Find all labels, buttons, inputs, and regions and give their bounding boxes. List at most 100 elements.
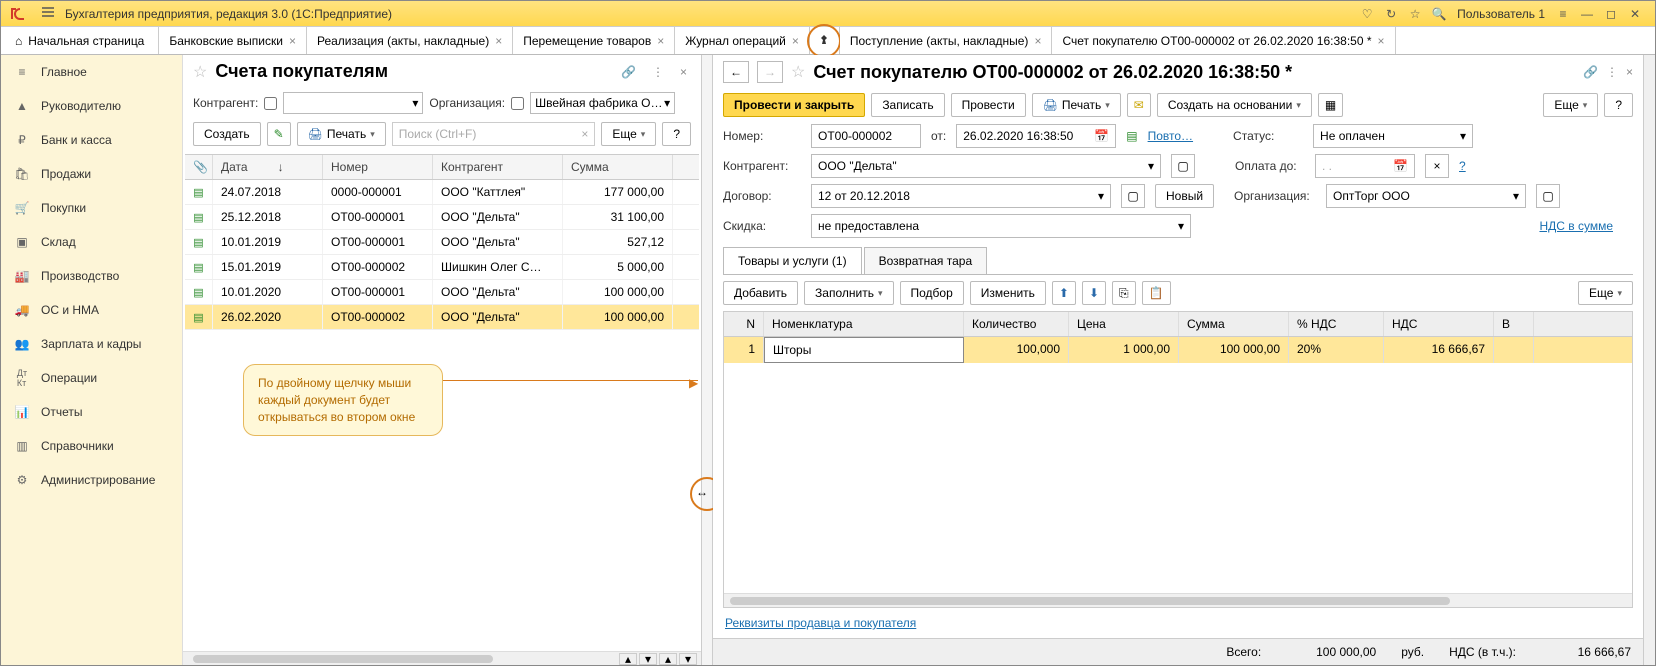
- col-number[interactable]: Номер: [323, 155, 433, 179]
- contract-combo[interactable]: 12 от 20.12.2018▾: [811, 184, 1111, 208]
- pick-button[interactable]: Подбор: [900, 281, 964, 305]
- open-ref-button[interactable]: ▢: [1171, 154, 1195, 178]
- col-all[interactable]: В: [1494, 312, 1534, 336]
- status-combo[interactable]: Не оплачен▾: [1313, 124, 1473, 148]
- user-name[interactable]: Пользователь 1: [1457, 7, 1545, 21]
- tab-invoice[interactable]: Счет покупателю ОТ00-000002 от 26.02.202…: [1052, 27, 1395, 54]
- requisites-link[interactable]: Реквизиты продавца и покупателя: [725, 616, 916, 630]
- nav-forward-button[interactable]: →: [757, 61, 783, 83]
- print-button[interactable]: 🖨Печать▾: [1032, 93, 1121, 117]
- close-pane-icon[interactable]: ×: [676, 65, 691, 79]
- close-icon[interactable]: ×: [289, 34, 296, 48]
- move-up-button[interactable]: ⬆: [1052, 281, 1076, 305]
- search-icon[interactable]: 🔍: [1427, 4, 1451, 24]
- close-icon[interactable]: ×: [495, 34, 502, 48]
- subtab-tare[interactable]: Возвратная тара: [864, 247, 988, 274]
- menu-icon[interactable]: ≡: [1551, 4, 1575, 24]
- favorite-icon[interactable]: ☆: [791, 62, 805, 82]
- subtab-items[interactable]: Товары и услуги (1): [723, 247, 862, 274]
- number-field[interactable]: ОТ00-000002: [811, 124, 921, 148]
- table-row[interactable]: ▤ 10.01.2019 ОТ00-000001 ООО "Дельта" 52…: [185, 230, 699, 255]
- clear-date-button[interactable]: ×: [1425, 154, 1449, 178]
- post-button[interactable]: Провести: [951, 93, 1026, 117]
- home-tab[interactable]: ⌂Начальная страница: [1, 27, 159, 54]
- col-price[interactable]: Цена: [1069, 312, 1179, 336]
- org-combo[interactable]: Швейная фабрика О…▾: [530, 92, 675, 114]
- help-button[interactable]: ?: [662, 122, 691, 146]
- table-row[interactable]: ▤ 26.02.2020 ОТ00-000002 ООО "Дельта" 10…: [185, 305, 699, 330]
- close-icon[interactable]: ×: [1034, 34, 1041, 48]
- more-button[interactable]: Еще▾: [601, 122, 656, 146]
- link-icon[interactable]: 🔗: [617, 65, 640, 79]
- sidebar-item-salary[interactable]: 👥Зарплата и кадры: [1, 327, 182, 361]
- payment-help-link[interactable]: ?: [1459, 159, 1466, 173]
- sidebar-item-admin[interactable]: ⚙Администрирование: [1, 463, 182, 497]
- copy-button[interactable]: ⎘: [1112, 281, 1136, 305]
- close-pane-icon[interactable]: ×: [1626, 65, 1633, 79]
- sidebar-item-reports[interactable]: 📊Отчеты: [1, 395, 182, 429]
- help-button[interactable]: ?: [1604, 93, 1633, 117]
- vat-link[interactable]: НДС в сумме: [1539, 219, 1613, 233]
- doc-icon[interactable]: ▤: [1126, 129, 1137, 143]
- col-n[interactable]: N: [724, 312, 764, 336]
- add-item-button[interactable]: Добавить: [723, 281, 798, 305]
- col-nomenclature[interactable]: Номенклатура: [764, 312, 964, 336]
- create-button[interactable]: Создать: [193, 122, 261, 146]
- col-date[interactable]: Дата ↓: [213, 155, 323, 179]
- col-qty[interactable]: Количество: [964, 312, 1069, 336]
- open-ref-button[interactable]: ▢: [1536, 184, 1560, 208]
- org-combo[interactable]: ОптТорг ООО▾: [1326, 184, 1526, 208]
- main-menu-icon[interactable]: [41, 5, 55, 22]
- sidebar-item-warehouse[interactable]: ▣Склад: [1, 225, 182, 259]
- org-checkbox[interactable]: [511, 97, 524, 110]
- scrollbar-horizontal[interactable]: ▴▾▴▾: [183, 651, 701, 665]
- paste-button[interactable]: 📋: [1142, 281, 1171, 305]
- tab-bank-statements[interactable]: Банковские выписки×: [159, 27, 307, 54]
- tab-transfer[interactable]: Перемещение товаров×: [513, 27, 675, 54]
- new-contract-button[interactable]: Новый: [1155, 184, 1214, 208]
- scrollbar-horizontal[interactable]: [724, 593, 1632, 607]
- col-nds[interactable]: НДС: [1384, 312, 1494, 336]
- pin-icon[interactable]: [810, 27, 840, 54]
- table-row[interactable]: ▤ 24.07.2018 0000-000001 ООО "Каттлея" 1…: [185, 180, 699, 205]
- move-down-button[interactable]: ⬇: [1082, 281, 1106, 305]
- sidebar-item-purchases[interactable]: 🛒Покупки: [1, 191, 182, 225]
- item-row[interactable]: 1 Шторы 100,000 1 000,00 100 000,00 20% …: [724, 337, 1632, 363]
- close-icon[interactable]: ×: [792, 34, 799, 48]
- kebab-icon[interactable]: ⋮: [648, 65, 668, 79]
- table-row[interactable]: ▤ 25.12.2018 ОТ00-000001 ООО "Дельта" 31…: [185, 205, 699, 230]
- counterparty-combo[interactable]: ▾: [283, 92, 423, 114]
- more-button[interactable]: Еще▾: [1543, 93, 1598, 117]
- favorite-icon[interactable]: ☆: [193, 62, 207, 82]
- close-icon[interactable]: ×: [657, 34, 664, 48]
- pane-splitter[interactable]: ↔: [701, 55, 713, 665]
- change-button[interactable]: Изменить: [970, 281, 1046, 305]
- tab-journal[interactable]: Журнал операций×: [675, 27, 810, 54]
- search-input[interactable]: Поиск (Ctrl+F)×: [392, 122, 596, 146]
- create-based-button[interactable]: Создать на основании▾: [1157, 93, 1312, 117]
- sidebar-item-manager[interactable]: ▲Руководителю: [1, 89, 182, 123]
- col-vat[interactable]: % НДС: [1289, 312, 1384, 336]
- nav-back-button[interactable]: ←: [723, 61, 749, 83]
- sidebar-item-sales[interactable]: 🛍Продажи: [1, 157, 182, 191]
- open-ref-button[interactable]: ▢: [1121, 184, 1145, 208]
- close-icon[interactable]: ✕: [1623, 4, 1647, 24]
- date-field[interactable]: 26.02.2020 16:38:50📅: [956, 124, 1116, 148]
- col-agent[interactable]: Контрагент: [433, 155, 563, 179]
- payment-field[interactable]: . .📅: [1315, 154, 1415, 178]
- counterparty-checkbox[interactable]: [264, 97, 277, 110]
- post-close-button[interactable]: Провести и закрыть: [723, 93, 865, 117]
- bell-icon[interactable]: ♡: [1355, 4, 1379, 24]
- maximize-icon[interactable]: ◻: [1599, 4, 1623, 24]
- tab-sales[interactable]: Реализация (акты, накладные)×: [307, 27, 513, 54]
- tab-receipt[interactable]: Поступление (акты, накладные)×: [840, 27, 1053, 54]
- link-icon[interactable]: 🔗: [1583, 65, 1598, 79]
- kebab-icon[interactable]: ⋮: [1606, 65, 1618, 79]
- col-sum[interactable]: Сумма: [563, 155, 673, 179]
- sidebar-item-bank[interactable]: ₽Банк и касса: [1, 123, 182, 157]
- table-row[interactable]: ▤ 15.01.2019 ОТ00-000002 Шишкин Олег С… …: [185, 255, 699, 280]
- write-button[interactable]: Записать: [871, 93, 944, 117]
- col-sum[interactable]: Сумма: [1179, 312, 1289, 336]
- history-icon[interactable]: ↻: [1379, 4, 1403, 24]
- repeat-link[interactable]: Повто…: [1148, 129, 1193, 143]
